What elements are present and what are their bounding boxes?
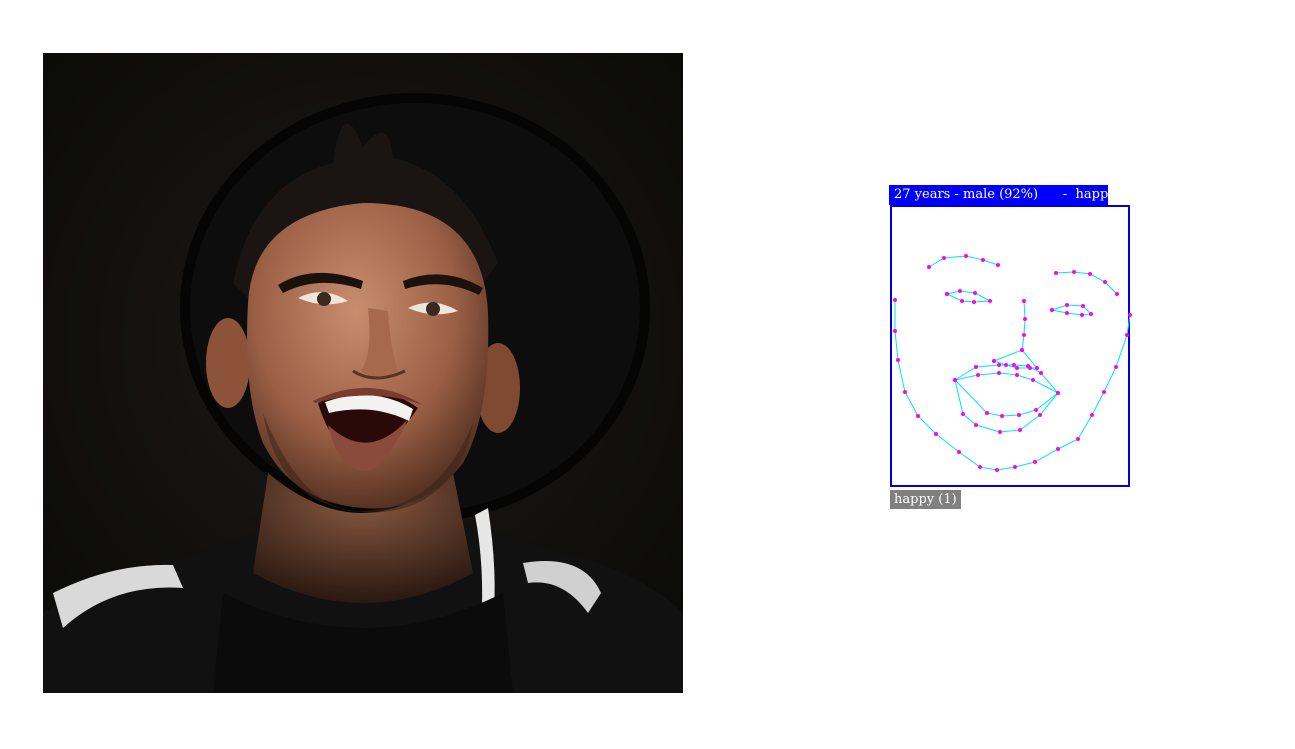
nose-base-landmark-point [1004, 363, 1008, 367]
inner-lip-landmark-line [954, 372, 1059, 417]
right-eye-landmark-point [1065, 311, 1069, 315]
jaw-landmark-point [893, 329, 897, 333]
inner-lip-landmark-point [997, 371, 1001, 375]
inner-lip-landmark-point [953, 378, 957, 382]
jaw-landmark-point [1056, 447, 1060, 451]
jaw-landmark-point [1033, 460, 1037, 464]
left-brow-landmark-point [942, 256, 946, 260]
outer-lip-landmark-point [974, 365, 978, 369]
nose-base-landmark-point [1035, 366, 1039, 370]
outer-lip-landmark-point [1039, 371, 1043, 375]
inner-lip-landmark-point [1034, 408, 1038, 412]
left-brow-landmark-point [996, 263, 1000, 267]
right-brow-landmark-line [1055, 271, 1118, 295]
face-detection-panel: 27 years - male (92%) - happy happy (1) [889, 185, 1134, 515]
left-brow-landmark-line [928, 255, 999, 268]
inner-lip-landmark-point [1056, 391, 1060, 395]
jaw-landmark-point [1076, 437, 1080, 441]
right-brow-landmark-point [1103, 280, 1107, 284]
left-eye-landmark-point [960, 299, 964, 303]
outer-lip-landmark-point [997, 363, 1001, 367]
left-eye-landmark-point [945, 292, 949, 296]
inner-lip-landmark-point [985, 411, 989, 415]
inner-lip-landmark-point [1017, 413, 1021, 417]
jaw-landmark-point [1128, 313, 1132, 317]
nose-base-landmark-point [992, 359, 996, 363]
jaw-landmark-point [916, 414, 920, 418]
left-brow-landmark-point [964, 254, 968, 258]
jaw-landmark-point [1114, 365, 1118, 369]
face-landmarks [893, 254, 1132, 472]
jaw-landmark-point [1013, 465, 1017, 469]
right-eye-landmark-point [1065, 303, 1069, 307]
right-eye-landmark-point [1080, 313, 1084, 317]
face-photo [43, 53, 683, 693]
jaw-landmark-point [1125, 333, 1129, 337]
nose-bridge-landmark-point [1023, 317, 1027, 321]
jaw-landmark-point [903, 390, 907, 394]
jaw-landmark-line [894, 300, 1131, 471]
outer-lip-landmark-point [1018, 428, 1022, 432]
inner-lip-landmark-point [1015, 373, 1019, 377]
nose-base-landmark-point [1015, 366, 1019, 370]
left-eye-landmark-point [973, 291, 977, 295]
right-brow-landmark-point [1088, 272, 1092, 276]
right-brow-landmark-point [1054, 271, 1058, 275]
jaw-landmark-point [934, 432, 938, 436]
left-eye-landmark-line [946, 290, 992, 303]
inner-lip-landmark-point [976, 373, 980, 377]
left-eye-landmark-point [972, 300, 976, 304]
jaw-landmark-point [896, 358, 900, 362]
left-eye-landmark-point [958, 289, 962, 293]
jaw-landmark-point [995, 468, 999, 472]
right-eye-landmark-point [1050, 308, 1054, 312]
outer-lip-landmark-point [974, 423, 978, 427]
left-brow-landmark-point [927, 265, 931, 269]
expression-label: happy (1) [890, 490, 961, 509]
left-eye-landmark-point [988, 299, 992, 303]
jaw-landmark-point [1102, 390, 1106, 394]
nose-bridge-landmark-line [1021, 300, 1026, 351]
photo-illustration [43, 53, 683, 693]
outer-lip-landmark-point [1026, 364, 1030, 368]
detection-title: 27 years - male (92%) - happy [889, 185, 1116, 205]
right-eye-landmark-point [1089, 312, 1093, 316]
right-eye-landmark-point [1081, 304, 1085, 308]
outer-lip-landmark-point [998, 430, 1002, 434]
right-brow-landmark-point [1115, 292, 1119, 296]
nose-base-landmark-point [1020, 348, 1024, 352]
jaw-landmark-point [1090, 413, 1094, 417]
outer-lip-landmark-point [1038, 413, 1042, 417]
inner-lip-landmark-point [1000, 414, 1004, 418]
right-eye-landmark-line [1051, 304, 1093, 316]
jaw-landmark-point [893, 298, 897, 302]
face-bounding-box [890, 205, 1132, 487]
outer-lip-landmark-line [954, 364, 1059, 433]
left-brow-landmark-point [981, 258, 985, 262]
nose-bridge-landmark-point [1022, 299, 1026, 303]
nose-bridge-landmark-point [1022, 333, 1026, 337]
jaw-landmark-point [978, 465, 982, 469]
right-brow-landmark-point [1072, 270, 1076, 274]
jaw-landmark-point [957, 450, 961, 454]
outer-lip-landmark-point [961, 412, 965, 416]
outer-lip-landmark-point [1012, 363, 1016, 367]
inner-lip-landmark-point [1031, 378, 1035, 382]
